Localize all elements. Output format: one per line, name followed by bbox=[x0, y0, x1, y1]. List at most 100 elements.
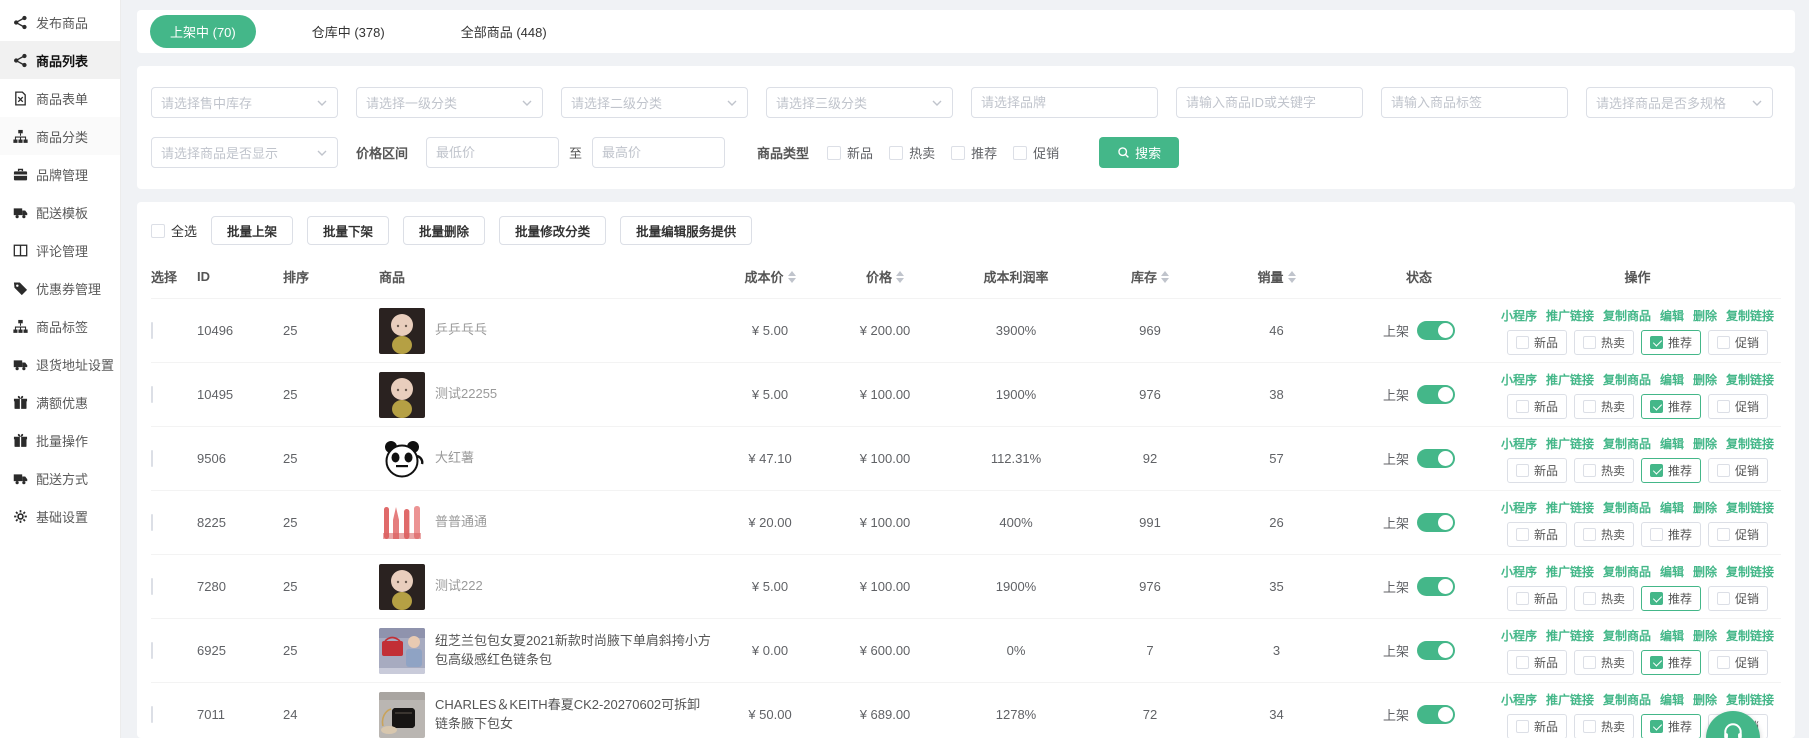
sidebar-item-delivery-method[interactable]: 配送方式 bbox=[0, 459, 120, 497]
tag-button-新品[interactable]: 新品 bbox=[1507, 714, 1567, 738]
action-link-推广链接[interactable]: 推广链接 bbox=[1546, 307, 1594, 324]
action-link-复制链接[interactable]: 复制链接 bbox=[1726, 435, 1774, 452]
category-level3-select[interactable]: 请选择三级分类 bbox=[766, 87, 953, 118]
row-checkbox[interactable] bbox=[151, 386, 153, 403]
tag-button-推荐[interactable]: 推荐 bbox=[1641, 714, 1701, 738]
row-checkbox[interactable] bbox=[151, 322, 153, 339]
category-level2-select[interactable]: 请选择二级分类 bbox=[561, 87, 748, 118]
tag-button-推荐[interactable]: 推荐 bbox=[1641, 522, 1701, 547]
action-link-编辑[interactable]: 编辑 bbox=[1660, 435, 1684, 452]
action-link-小程序[interactable]: 小程序 bbox=[1501, 435, 1537, 452]
sidebar-item-coupon-manage[interactable]: 优惠券管理 bbox=[0, 269, 120, 307]
tag-button-新品[interactable]: 新品 bbox=[1507, 458, 1567, 483]
row-checkbox[interactable] bbox=[151, 706, 153, 723]
min-price-input[interactable] bbox=[426, 137, 559, 168]
tag-button-促销[interactable]: 促销 bbox=[1708, 586, 1768, 611]
action-link-小程序[interactable]: 小程序 bbox=[1501, 307, 1537, 324]
action-link-小程序[interactable]: 小程序 bbox=[1501, 371, 1537, 388]
status-toggle[interactable] bbox=[1417, 385, 1455, 404]
action-link-复制商品[interactable]: 复制商品 bbox=[1603, 371, 1651, 388]
tag-button-推荐[interactable]: 推荐 bbox=[1641, 650, 1701, 675]
tag-button-新品[interactable]: 新品 bbox=[1507, 586, 1567, 611]
tag-button-热卖[interactable]: 热卖 bbox=[1574, 522, 1634, 547]
batch-button-批量上架[interactable]: 批量上架 bbox=[211, 216, 293, 245]
tag-button-新品[interactable]: 新品 bbox=[1507, 330, 1567, 355]
batch-button-批量下架[interactable]: 批量下架 bbox=[307, 216, 389, 245]
search-button[interactable]: 搜索 bbox=[1099, 137, 1179, 168]
tag-button-推荐[interactable]: 推荐 bbox=[1641, 394, 1701, 419]
action-link-复制商品[interactable]: 复制商品 bbox=[1603, 435, 1651, 452]
action-link-复制链接[interactable]: 复制链接 bbox=[1726, 307, 1774, 324]
tab-in-stock[interactable]: 仓库中 (378) bbox=[292, 15, 405, 48]
sidebar-item-batch-operation[interactable]: 批量操作 bbox=[0, 421, 120, 459]
action-link-推广链接[interactable]: 推广链接 bbox=[1546, 371, 1594, 388]
sidebar-item-comment-manage[interactable]: 评论管理 bbox=[0, 231, 120, 269]
row-checkbox[interactable] bbox=[151, 578, 153, 595]
tab-all-goods[interactable]: 全部商品 (448) bbox=[441, 15, 567, 48]
tag-button-促销[interactable]: 促销 bbox=[1708, 458, 1768, 483]
tag-button-热卖[interactable]: 热卖 bbox=[1574, 458, 1634, 483]
action-link-复制商品[interactable]: 复制商品 bbox=[1603, 691, 1651, 708]
batch-button-批量修改分类[interactable]: 批量修改分类 bbox=[499, 216, 606, 245]
tag-button-新品[interactable]: 新品 bbox=[1507, 650, 1567, 675]
action-link-删除[interactable]: 删除 bbox=[1693, 307, 1717, 324]
select-all-checkbox[interactable]: 全选 bbox=[151, 221, 197, 240]
tag-button-新品[interactable]: 新品 bbox=[1507, 522, 1567, 547]
stock-status-select[interactable]: 请选择售中库存 bbox=[151, 87, 338, 118]
tag-button-促销[interactable]: 促销 bbox=[1708, 330, 1768, 355]
status-toggle[interactable] bbox=[1417, 577, 1455, 596]
row-checkbox[interactable] bbox=[151, 642, 153, 659]
tag-button-热卖[interactable]: 热卖 bbox=[1574, 394, 1634, 419]
status-toggle[interactable] bbox=[1417, 513, 1455, 532]
sidebar-item-product-list[interactable]: 商品列表 bbox=[0, 41, 120, 79]
sidebar-item-product-category[interactable]: 商品分类 bbox=[0, 117, 120, 155]
tag-button-推荐[interactable]: 推荐 bbox=[1641, 330, 1701, 355]
action-link-删除[interactable]: 删除 bbox=[1693, 563, 1717, 580]
tag-button-推荐[interactable]: 推荐 bbox=[1641, 458, 1701, 483]
action-link-复制商品[interactable]: 复制商品 bbox=[1603, 307, 1651, 324]
action-link-编辑[interactable]: 编辑 bbox=[1660, 371, 1684, 388]
display-status-select[interactable]: 请选择商品是否显示 bbox=[151, 137, 338, 168]
row-checkbox[interactable] bbox=[151, 514, 153, 531]
action-link-编辑[interactable]: 编辑 bbox=[1660, 627, 1684, 644]
status-toggle[interactable] bbox=[1417, 321, 1455, 340]
type-checkbox-推荐[interactable]: 推荐 bbox=[951, 143, 997, 162]
sidebar-item-full-discount[interactable]: 满额优惠 bbox=[0, 383, 120, 421]
sidebar-item-basic-settings[interactable]: 基础设置 bbox=[0, 497, 120, 535]
product-tag-input[interactable] bbox=[1381, 87, 1568, 118]
action-link-删除[interactable]: 删除 bbox=[1693, 371, 1717, 388]
keyword-input[interactable] bbox=[1176, 87, 1363, 118]
action-link-编辑[interactable]: 编辑 bbox=[1660, 691, 1684, 708]
sort-toggle[interactable] bbox=[1288, 271, 1296, 283]
tag-button-新品[interactable]: 新品 bbox=[1507, 394, 1567, 419]
action-link-复制商品[interactable]: 复制商品 bbox=[1603, 627, 1651, 644]
batch-button-批量编辑服务提供[interactable]: 批量编辑服务提供 bbox=[620, 216, 752, 245]
action-link-删除[interactable]: 删除 bbox=[1693, 691, 1717, 708]
brand-input[interactable] bbox=[971, 87, 1158, 118]
tag-button-热卖[interactable]: 热卖 bbox=[1574, 586, 1634, 611]
tag-button-促销[interactable]: 促销 bbox=[1708, 522, 1768, 547]
row-checkbox[interactable] bbox=[151, 450, 153, 467]
action-link-推广链接[interactable]: 推广链接 bbox=[1546, 435, 1594, 452]
action-link-小程序[interactable]: 小程序 bbox=[1501, 563, 1537, 580]
tag-button-热卖[interactable]: 热卖 bbox=[1574, 650, 1634, 675]
sidebar-item-product-tag[interactable]: 商品标签 bbox=[0, 307, 120, 345]
status-toggle[interactable] bbox=[1417, 641, 1455, 660]
action-link-推广链接[interactable]: 推广链接 bbox=[1546, 499, 1594, 516]
action-link-复制链接[interactable]: 复制链接 bbox=[1726, 499, 1774, 516]
action-link-复制链接[interactable]: 复制链接 bbox=[1726, 371, 1774, 388]
action-link-复制链接[interactable]: 复制链接 bbox=[1726, 627, 1774, 644]
multi-spec-select[interactable]: 请选择商品是否多规格 bbox=[1586, 87, 1773, 118]
action-link-复制链接[interactable]: 复制链接 bbox=[1726, 691, 1774, 708]
action-link-删除[interactable]: 删除 bbox=[1693, 435, 1717, 452]
action-link-复制商品[interactable]: 复制商品 bbox=[1603, 499, 1651, 516]
sidebar-item-brand-manage[interactable]: 品牌管理 bbox=[0, 155, 120, 193]
sidebar-item-publish-product[interactable]: 发布商品 bbox=[0, 3, 120, 41]
tag-button-促销[interactable]: 促销 bbox=[1708, 650, 1768, 675]
action-link-编辑[interactable]: 编辑 bbox=[1660, 563, 1684, 580]
type-checkbox-促销[interactable]: 促销 bbox=[1013, 143, 1059, 162]
action-link-小程序[interactable]: 小程序 bbox=[1501, 691, 1537, 708]
status-toggle[interactable] bbox=[1417, 705, 1455, 724]
tag-button-热卖[interactable]: 热卖 bbox=[1574, 330, 1634, 355]
sort-toggle[interactable] bbox=[788, 271, 796, 283]
